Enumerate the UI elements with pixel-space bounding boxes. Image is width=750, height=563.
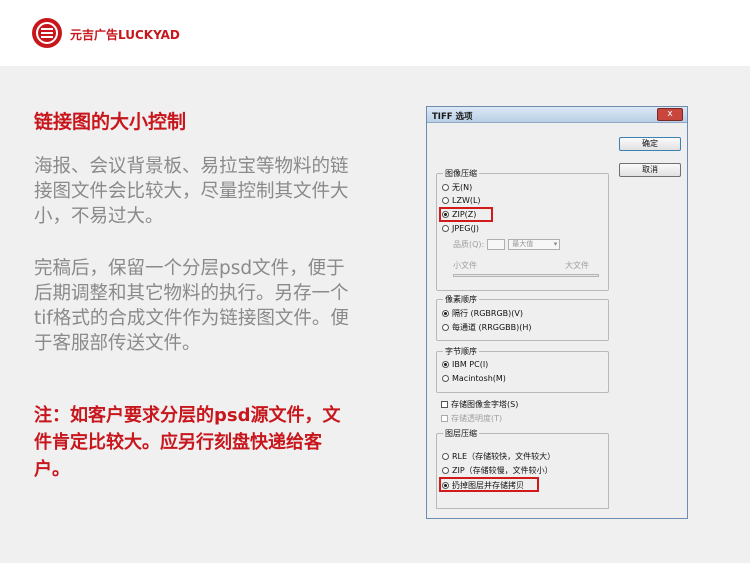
checkbox-icon xyxy=(441,415,448,422)
close-icon[interactable]: x xyxy=(657,108,683,121)
image-compression-group: 图像压缩 无(N) LZW(L) ZIP(Z) JPEG(J) 品质(Q): 最大… xyxy=(436,168,609,291)
radio-ibm-pc[interactable]: IBM PC(I) xyxy=(442,360,488,369)
radio-rle[interactable]: RLE（存储较快，文件较大） xyxy=(442,451,555,462)
radio-icon xyxy=(442,324,449,331)
radio-selected-icon xyxy=(442,361,449,368)
note-text: 注：如客户要求分层的psd源文件，文件肯定比较大。应另行刻盘快递给客户。 xyxy=(34,405,341,480)
quality-select[interactable]: 最大值 xyxy=(508,239,561,250)
radio-jpeg[interactable]: JPEG(J) xyxy=(442,224,479,233)
save-pyramid-checkbox[interactable]: 存储图像金字塔(S) xyxy=(441,399,518,410)
radio-icon xyxy=(442,184,449,191)
radio-macintosh[interactable]: Macintosh(M) xyxy=(442,374,506,383)
ok-button[interactable]: 确定 xyxy=(619,137,681,151)
byte-order-group: 字节顺序 IBM PC(I) Macintosh(M) xyxy=(436,346,609,393)
radio-icon xyxy=(442,453,449,460)
pixel-order-legend: 像素顺序 xyxy=(443,294,479,305)
radio-per-channel[interactable]: 每通道 (RRGGBB)(H) xyxy=(442,322,532,333)
small-file-label: 小文件 xyxy=(453,261,477,270)
paragraph-1: 海报、会议背景板、易拉宝等物料的链接图文件会比较大，尽量控制其文件大小，不易过大… xyxy=(34,156,349,227)
quality-input[interactable] xyxy=(487,239,506,250)
radio-icon xyxy=(442,467,449,474)
cancel-button[interactable]: 取消 xyxy=(619,163,681,177)
large-file-label: 大文件 xyxy=(565,261,589,270)
slide-title: 链接图的大小控制 xyxy=(34,111,187,133)
layer-compression-options: RLE（存储较快，文件较大） ZIP（存储较慢，文件较小） 扔掉图层并存储拷贝 xyxy=(426,449,688,519)
logo-icon xyxy=(32,18,62,48)
radio-icon xyxy=(442,225,449,232)
radio-none[interactable]: 无(N) xyxy=(442,182,472,193)
quality-slider[interactable] xyxy=(453,274,599,277)
layer-compression-frame: RLE（存储较快，文件较大） ZIP（存储较慢，文件较小） 扔掉图层并存储拷贝 xyxy=(436,449,609,509)
radio-icon xyxy=(442,375,449,382)
tiff-options-dialog: TIFF 选项 x 确定 取消 图像压缩 无(N) LZW(L) ZIP(Z) … xyxy=(426,106,688,461)
logo-text: 元吉广告LUCKYAD xyxy=(70,28,180,42)
image-compression-legend: 图像压缩 xyxy=(443,168,479,179)
paragraph-2: 完稿后，保留一个分层psd文件，便于后期调整和其它物料的执行。另存一个tif格式… xyxy=(34,258,349,354)
pixel-order-group: 像素顺序 隔行 (RGBRGB)(V) 每通道 (RRGGBB)(H) xyxy=(436,294,609,341)
radio-interleaved[interactable]: 隔行 (RGBRGB)(V) xyxy=(442,308,523,319)
zip-highlight xyxy=(439,207,493,222)
layer-compression-legend: 图层压缩 xyxy=(443,428,479,439)
dialog-titlebar: TIFF 选项 x xyxy=(427,107,687,123)
radio-layer-zip[interactable]: ZIP（存储较慢，文件较小） xyxy=(442,465,553,476)
radio-selected-icon xyxy=(442,310,449,317)
quality-row: 品质(Q): 最大值 xyxy=(453,239,561,250)
checkbox-icon xyxy=(441,401,448,408)
save-transparency-checkbox[interactable]: 存储透明度(T) xyxy=(441,413,502,424)
radio-icon xyxy=(442,197,449,204)
quality-label: 品质(Q): xyxy=(453,240,485,249)
dialog-title: TIFF 选项 xyxy=(432,112,473,122)
header: 元吉广告LUCKYAD xyxy=(0,0,750,66)
slide: 链接图的大小控制 海报、会议背景板、易拉宝等物料的链接图文件会比较大，尽量控制其… xyxy=(0,66,750,563)
byte-order-legend: 字节顺序 xyxy=(443,346,479,357)
discard-layers-highlight xyxy=(439,477,539,492)
radio-lzw[interactable]: LZW(L) xyxy=(442,196,481,205)
